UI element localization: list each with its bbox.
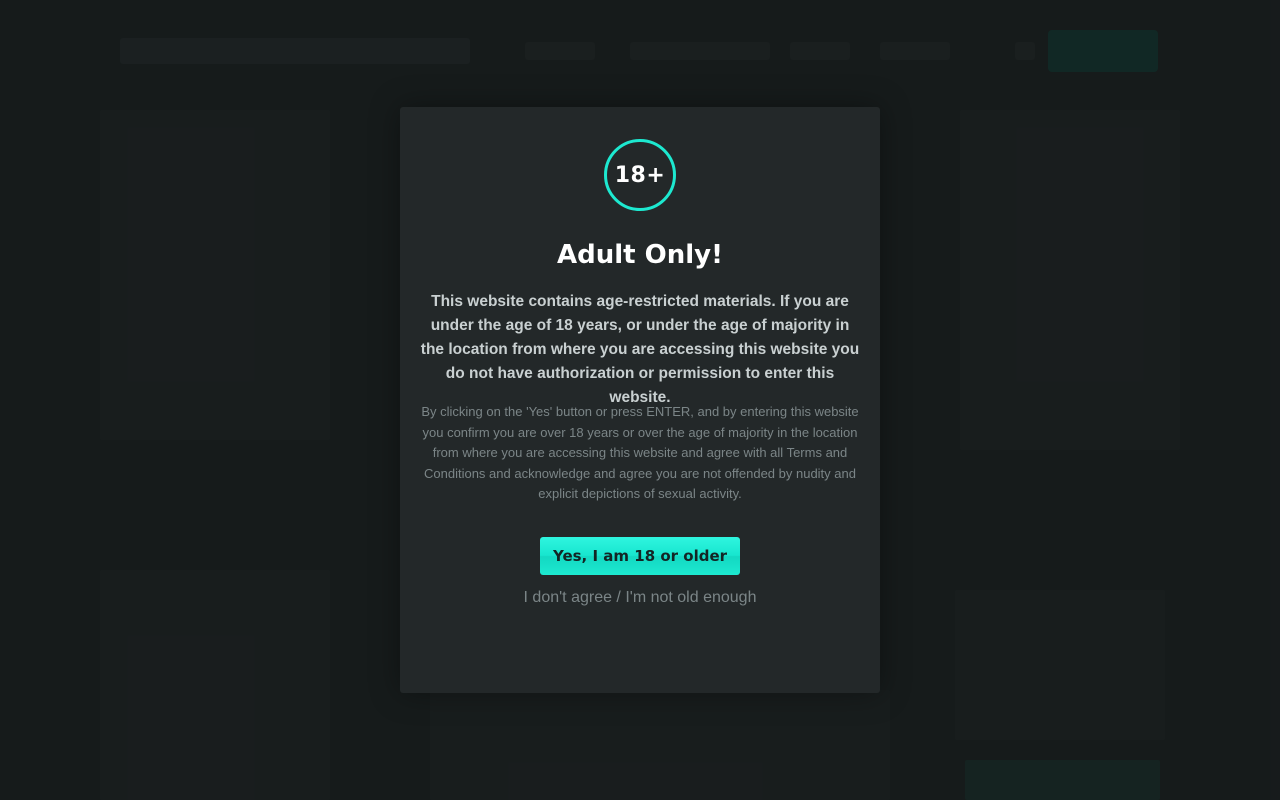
age-restriction-notice: This website contains age-restricted mat… bbox=[420, 293, 860, 406]
age-18-plus-badge-icon: 18+ bbox=[604, 139, 676, 211]
age-verification-modal: 18+ Adult Only! This website contains ag… bbox=[400, 107, 880, 693]
confirm-age-button[interactable]: Yes, I am 18 or older bbox=[540, 537, 740, 575]
modal-title: Adult Only! bbox=[557, 240, 723, 270]
consent-fine-print: By clicking on the 'Yes' button or press… bbox=[421, 404, 859, 501]
decline-age-link[interactable]: I don't agree / I'm not old enough bbox=[400, 588, 880, 608]
